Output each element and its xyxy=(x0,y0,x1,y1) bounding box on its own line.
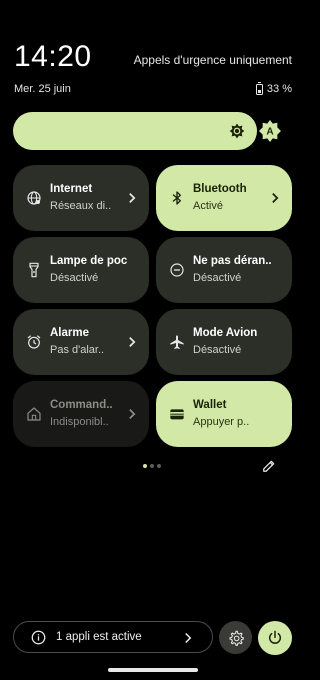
tile-home[interactable]: Command.. Indisponibl.. xyxy=(13,381,149,447)
tile-title: Command.. xyxy=(50,399,113,411)
home-indicator[interactable] xyxy=(108,668,198,672)
tile-bluetooth[interactable]: Bluetooth Activé xyxy=(156,165,292,231)
tile-wallet[interactable]: Wallet Appuyer p.. xyxy=(156,381,292,447)
tile-title: Lampe de poc.. xyxy=(50,255,128,267)
chevron-right-icon xyxy=(185,632,192,644)
tile-flashlight[interactable]: Lampe de poc.. Désactivé xyxy=(13,237,149,303)
clock[interactable]: 14:20 xyxy=(14,40,92,74)
tile-subtitle: Pas d'alar.. xyxy=(50,344,105,356)
tile-subtitle: Indisponibl.. xyxy=(50,416,109,428)
tile-globe[interactable]: Internet Réseaux di.. xyxy=(13,165,149,231)
do-not-disturb-icon xyxy=(170,263,184,277)
chevron-right-icon[interactable] xyxy=(127,191,137,205)
date[interactable]: Mer. 25 juin xyxy=(14,83,71,95)
power-button[interactable] xyxy=(258,621,292,655)
battery-icon xyxy=(255,81,263,95)
tile-title: Ne pas déran.. xyxy=(193,255,271,267)
active-apps-label: 1 appli est active xyxy=(56,631,142,643)
flashlight-icon xyxy=(29,262,39,278)
tile-airplane[interactable]: Mode Avion Désactivé xyxy=(156,309,292,375)
brightness-slider[interactable] xyxy=(13,112,257,150)
settings-button[interactable] xyxy=(219,621,252,654)
gear-icon xyxy=(229,630,244,646)
page-indicator xyxy=(143,464,161,468)
info-icon xyxy=(31,630,46,645)
battery-percent: 33 % xyxy=(266,83,292,95)
tile-subtitle: Désactivé xyxy=(193,344,242,356)
auto-brightness-badge: A xyxy=(266,127,274,138)
globe-icon xyxy=(27,191,41,205)
airplane-icon xyxy=(170,335,184,349)
tile-do-not-disturb[interactable]: Ne pas déran.. Désactivé xyxy=(156,237,292,303)
active-apps-button[interactable]: 1 appli est active xyxy=(13,621,213,653)
tile-title: Wallet xyxy=(193,399,227,411)
tile-title: Alarme xyxy=(50,327,89,339)
tile-title: Mode Avion xyxy=(193,327,258,339)
page-dot xyxy=(157,464,161,468)
chevron-right-icon[interactable] xyxy=(127,335,137,349)
tile-subtitle: Désactivé xyxy=(50,272,99,284)
tile-subtitle: Activé xyxy=(193,200,223,212)
auto-brightness-icon[interactable]: A xyxy=(259,120,281,142)
power-icon xyxy=(269,630,281,644)
tile-subtitle: Désactivé xyxy=(193,272,242,284)
edit-icon[interactable] xyxy=(262,459,276,473)
alarm-icon xyxy=(27,335,41,349)
chevron-right-icon[interactable] xyxy=(270,191,280,205)
wallet-icon xyxy=(170,409,184,420)
page-dot xyxy=(150,464,154,468)
battery-status: 33 % xyxy=(255,81,292,95)
home-icon xyxy=(27,407,41,421)
tile-title: Bluetooth xyxy=(193,183,247,195)
chevron-right-icon[interactable] xyxy=(127,407,137,421)
tile-title: Internet xyxy=(50,183,93,195)
tile-subtitle: Réseaux di.. xyxy=(50,200,112,212)
bluetooth-icon xyxy=(172,191,181,205)
tile-subtitle: Appuyer p.. xyxy=(193,416,250,428)
brightness-icon xyxy=(229,123,245,139)
page-dot xyxy=(143,464,147,468)
network-status: Appels d'urgence uniquement xyxy=(133,53,292,67)
tile-alarm[interactable]: Alarme Pas d'alar.. xyxy=(13,309,149,375)
